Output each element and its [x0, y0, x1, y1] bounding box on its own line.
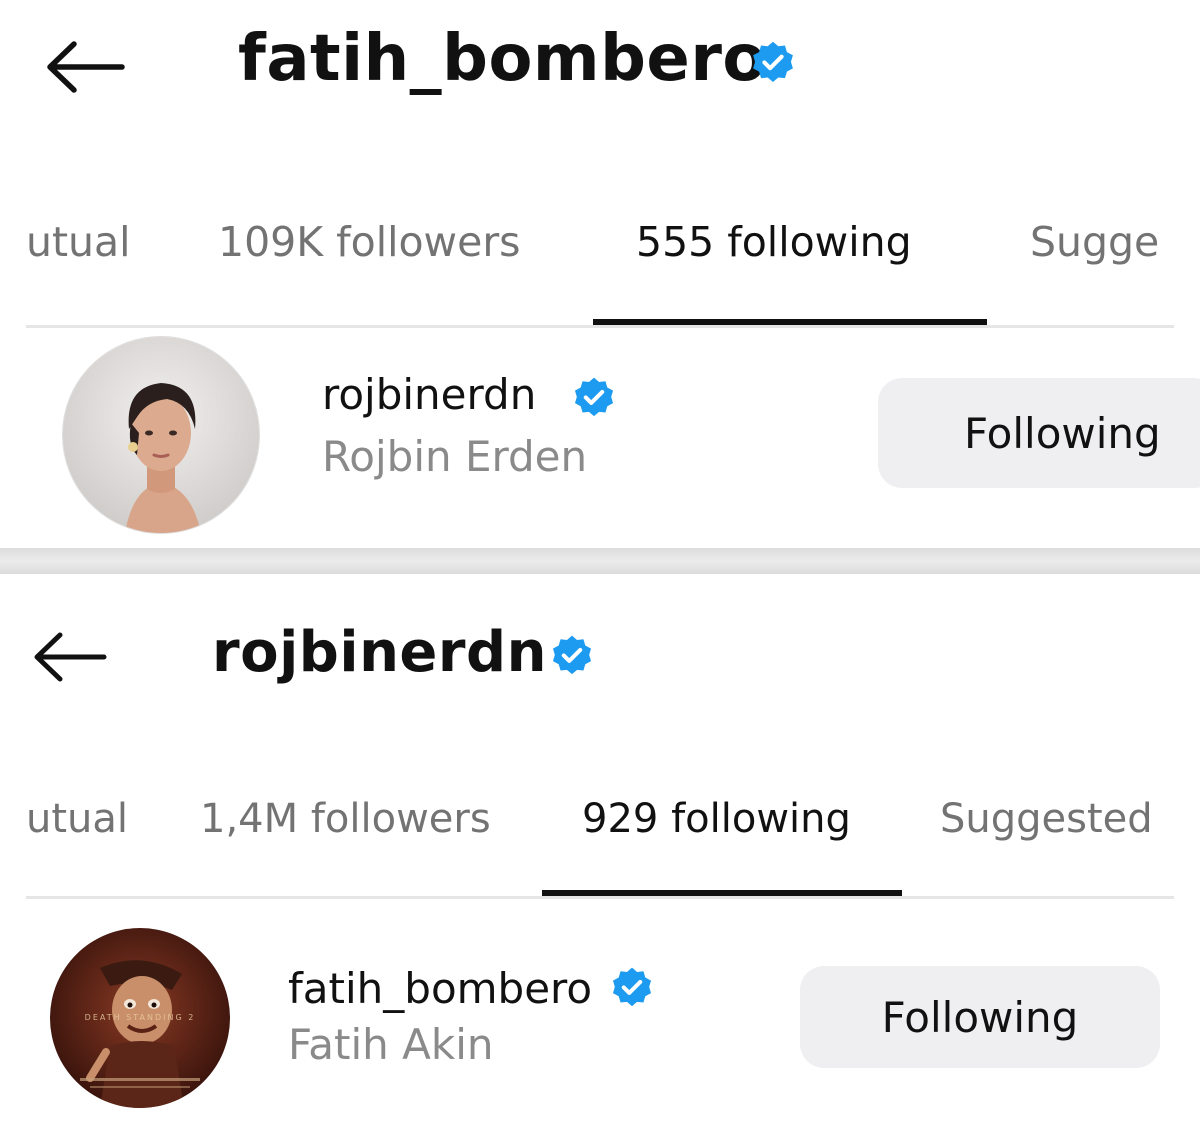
back-arrow-icon[interactable]: [44, 38, 126, 96]
tab-following[interactable]: 555 following: [636, 218, 912, 266]
tab-mutual[interactable]: utual: [26, 796, 128, 842]
verified-badge-icon: [610, 966, 654, 1010]
following-button-label: Following: [881, 992, 1079, 1042]
tab-suggested[interactable]: Sugge: [1030, 218, 1159, 266]
tab-suggested[interactable]: Suggested: [940, 796, 1153, 842]
following-username[interactable]: rojbinerdn: [322, 370, 536, 419]
verified-badge-icon: [550, 634, 594, 678]
following-full-name: Rojbin Erden: [322, 432, 588, 481]
screenshot-divider: [0, 548, 1200, 574]
active-tab-indicator: [593, 319, 987, 325]
following-button[interactable]: Following: [800, 966, 1160, 1068]
verified-badge-icon: [750, 40, 796, 86]
page-title: rojbinerdn: [212, 620, 547, 685]
tabs-divider: [26, 325, 1174, 328]
tab-followers[interactable]: 109K followers: [218, 218, 521, 266]
following-button[interactable]: Following: [878, 378, 1200, 488]
following-username[interactable]: fatih_bombero: [288, 964, 592, 1013]
verified-badge-icon: [572, 376, 616, 420]
following-button-label: Following: [964, 408, 1161, 458]
screenshot-panel-top: fatih_bombero utual 109K followers 555 f…: [0, 0, 1200, 548]
screenshot-panel-bottom: rojbinerdn utual 1,4M followers 929 foll…: [0, 574, 1200, 1142]
tab-followers[interactable]: 1,4M followers: [200, 796, 491, 842]
avatar[interactable]: [62, 336, 260, 534]
tab-mutual[interactable]: utual: [26, 218, 131, 266]
avatar[interactable]: DEATH STANDING 2: [50, 928, 230, 1108]
page-title: fatih_bombero: [238, 22, 767, 96]
back-arrow-icon[interactable]: [32, 630, 108, 684]
avatar-poster-text: DEATH STANDING 2: [85, 1013, 196, 1022]
tabs-divider: [26, 896, 1174, 899]
tab-following[interactable]: 929 following: [582, 796, 851, 842]
following-full-name: Fatih Akin: [288, 1020, 494, 1069]
active-tab-indicator: [542, 890, 902, 896]
